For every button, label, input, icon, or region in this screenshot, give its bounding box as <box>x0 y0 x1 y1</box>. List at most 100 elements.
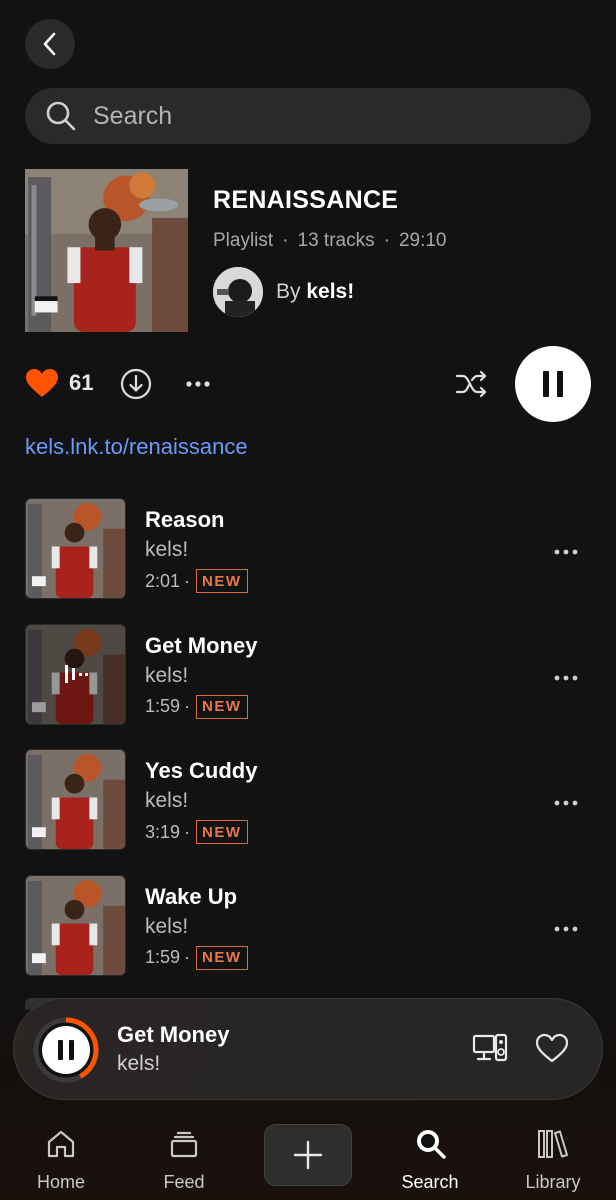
download-icon <box>120 368 152 400</box>
create-button[interactable] <box>264 1124 352 1186</box>
track-art-image <box>26 499 125 598</box>
detail-separator: · <box>184 696 191 716</box>
track-artist: kels! <box>145 663 189 687</box>
meta-separator: · <box>383 230 390 251</box>
track-details: 1:59 · NEW <box>145 945 248 970</box>
mini-like-button[interactable] <box>535 1033 569 1068</box>
track-details: 3:19 · NEW <box>145 820 248 844</box>
shuffle-button[interactable] <box>455 368 489 405</box>
detail-separator: · <box>184 821 191 842</box>
search-icon <box>46 101 76 131</box>
tab-library[interactable]: Library <box>498 1110 608 1200</box>
track-list: Reason kels! 2:01 · NEW Get Money kels! … <box>25 498 591 1000</box>
play-pause-button[interactable] <box>515 346 591 422</box>
playlist-kind: Playlist <box>213 230 274 251</box>
more-horizontal-icon <box>554 675 578 680</box>
track-row[interactable]: Reason kels! 2:01 · NEW <box>25 498 591 624</box>
tab-label: Library <box>525 1172 581 1192</box>
new-badge: NEW <box>196 569 248 593</box>
track-art-image <box>26 750 125 849</box>
tab-label: Search <box>401 1172 459 1192</box>
track-title: Wake Up <box>145 883 238 909</box>
search-icon <box>413 1124 447 1164</box>
search-placeholder: Search <box>93 101 173 130</box>
equalizer-icon <box>64 665 88 683</box>
chevron-left-icon <box>43 32 56 56</box>
now-playing-title: Get Money <box>117 1022 230 1047</box>
search-input[interactable]: Search <box>25 88 591 144</box>
now-playing-artist: kels! <box>117 1052 161 1075</box>
author-prefix: By <box>276 280 301 303</box>
avatar[interactable] <box>213 267 263 317</box>
tab-bar: Home Feed Search Library <box>0 1110 616 1200</box>
cover-art <box>25 169 188 332</box>
back-button[interactable] <box>25 19 75 69</box>
playlist-duration: 29:10 <box>398 230 447 251</box>
detail-separator: · <box>184 570 191 591</box>
feed-icon <box>169 1124 199 1164</box>
plus-icon <box>293 1140 323 1170</box>
tab-search[interactable]: Search <box>375 1110 485 1200</box>
playlist-track-count: 13 tracks <box>297 230 375 251</box>
track-more-button[interactable] <box>553 670 579 688</box>
heart-filled-icon <box>26 369 58 397</box>
meta-separator: · <box>282 230 289 251</box>
track-artist: kels! <box>145 789 189 812</box>
track-artist: kels! <box>145 914 189 938</box>
pause-icon <box>543 371 563 397</box>
track-duration: 1:59 <box>145 696 181 716</box>
track-artwork <box>25 623 126 725</box>
track-more-button[interactable] <box>553 544 579 562</box>
mini-play-pause-button[interactable] <box>32 1016 100 1084</box>
more-horizontal-icon <box>554 800 578 806</box>
download-button[interactable] <box>120 368 152 405</box>
mini-player[interactable]: Get Money kels! <box>13 998 603 1100</box>
like-count: 61 <box>69 370 94 395</box>
track-art-image <box>26 875 125 975</box>
track-details: 2:01 · NEW <box>145 569 248 593</box>
new-badge: NEW <box>196 820 248 844</box>
tab-feed[interactable]: Feed <box>129 1110 239 1200</box>
avatar-image <box>213 267 263 317</box>
track-artwork <box>25 498 126 599</box>
track-duration: 1:59 <box>145 947 181 967</box>
devices-icon <box>472 1033 508 1062</box>
tab-label: Home <box>36 1172 85 1192</box>
library-icon <box>536 1124 570 1164</box>
connect-device-button[interactable] <box>472 1033 508 1068</box>
tab-home[interactable]: Home <box>6 1110 116 1200</box>
track-row[interactable]: Yes Cuddy kels! 3:19 · NEW <box>25 749 591 875</box>
like-button[interactable]: 61 <box>25 368 93 398</box>
track-more-button[interactable] <box>553 795 579 813</box>
track-title: Yes Cuddy <box>145 758 258 783</box>
playlist-link[interactable]: kels.lnk.to/renaissance <box>25 434 248 460</box>
new-badge: NEW <box>196 945 248 970</box>
author-name[interactable]: kels! <box>306 280 354 303</box>
more-horizontal-icon <box>554 549 578 555</box>
new-badge: NEW <box>196 694 248 719</box>
track-artist: kels! <box>145 538 189 561</box>
track-title: Get Money <box>145 632 258 658</box>
playlist-cover[interactable] <box>25 169 188 332</box>
playlist-author[interactable]: By kels! <box>213 267 354 317</box>
playlist-meta: Playlist · 13 tracks · 29:10 <box>213 230 446 252</box>
more-horizontal-icon <box>186 381 210 387</box>
home-icon <box>45 1124 77 1164</box>
track-row[interactable]: Get Money kels! 1:59 · NEW <box>25 623 591 750</box>
track-duration: 3:19 <box>145 821 181 842</box>
track-more-button[interactable] <box>553 921 579 939</box>
detail-separator: · <box>184 947 191 967</box>
playlist-title: RENAISSANCE <box>213 186 399 214</box>
track-title: Reason <box>145 507 225 532</box>
track-details: 1:59 · NEW <box>145 694 248 719</box>
progress-ring <box>33 1017 99 1083</box>
track-duration: 2:01 <box>145 570 181 591</box>
more-horizontal-icon <box>554 926 578 931</box>
track-artwork <box>25 874 126 976</box>
tab-label: Feed <box>163 1172 205 1192</box>
shuffle-icon <box>455 370 487 398</box>
track-artwork <box>25 749 126 850</box>
more-options-button[interactable] <box>185 374 211 399</box>
now-playing-overlay <box>26 624 125 724</box>
playlist-actions: 61 <box>25 346 591 422</box>
